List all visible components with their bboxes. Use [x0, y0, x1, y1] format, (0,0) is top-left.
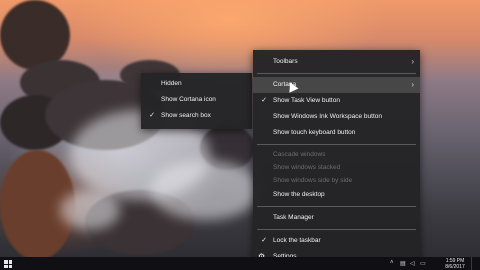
windows-logo-icon: [8, 260, 12, 264]
clock-date: 8/6/2017: [445, 264, 465, 270]
start-button[interactable]: [4, 260, 12, 268]
menu-item-show-desktop[interactable]: Show the desktop: [253, 187, 420, 203]
menu-item-label: Show Windows Ink Workspace button: [273, 113, 382, 120]
menu-separator: [257, 229, 416, 230]
menu-item-label: Show touch keyboard button: [273, 129, 356, 136]
system-tray: ˄ ▤ ◁ ▭ 1:59 PM 8/6/2017: [386, 257, 476, 270]
windows-logo-icon: [8, 264, 12, 268]
chevron-right-icon: ›: [411, 80, 414, 89]
windows-logo-icon: [4, 264, 8, 268]
menu-item-label: Show search box: [161, 112, 211, 119]
menu-item-task-manager[interactable]: Task Manager: [253, 210, 420, 226]
check-icon: ✓: [261, 237, 267, 244]
mist: [60, 190, 120, 230]
menu-item-show-ink-workspace[interactable]: Show Windows Ink Workspace button: [253, 109, 420, 125]
menu-item-label: Show Cortana icon: [161, 96, 216, 103]
taskbar-context-menu: Toolbars › Cortana › ✓ Show Task View bu…: [253, 50, 420, 264]
menu-item-label: Hidden: [161, 80, 182, 87]
chevron-up-icon[interactable]: ˄: [390, 260, 394, 266]
input-indicator-icon[interactable]: ▭: [420, 260, 426, 267]
menu-item-cascade-windows: Cascade windows: [253, 148, 420, 161]
network-icon[interactable]: ▤: [400, 260, 406, 267]
menu-item-show-task-view[interactable]: ✓ Show Task View button: [253, 93, 420, 109]
volume-icon[interactable]: ◁: [410, 260, 415, 267]
menu-item-label: Cascade windows: [273, 151, 326, 158]
menu-item-label: Show windows stacked: [273, 164, 341, 171]
taskbar[interactable]: ˄ ▤ ◁ ▭ 1:59 PM 8/6/2017: [0, 257, 480, 270]
mist: [150, 160, 260, 220]
menu-item-label: Lock the taskbar: [273, 237, 321, 244]
check-icon: ✓: [261, 97, 267, 104]
menu-separator: [257, 206, 416, 207]
menu-item-toolbars[interactable]: Toolbars ›: [253, 54, 420, 70]
menu-item-label: Show the desktop: [273, 191, 325, 198]
chevron-right-icon: ›: [411, 57, 414, 66]
cortana-submenu: Hidden Show Cortana icon ✓ Show search b…: [141, 73, 252, 129]
check-icon: ✓: [149, 112, 155, 119]
windows-logo-icon: [4, 260, 8, 264]
menu-item-label: Task Manager: [273, 214, 314, 221]
menu-item-label: Toolbars: [273, 58, 298, 65]
menu-item-show-windows-side-by-side: Show windows side by side: [253, 174, 420, 187]
menu-separator: [257, 144, 416, 145]
menu-item-show-cortana-icon[interactable]: Show Cortana icon: [141, 92, 252, 108]
menu-item-label: Show windows side by side: [273, 177, 353, 184]
menu-item-show-touch-keyboard[interactable]: Show touch keyboard button: [253, 125, 420, 141]
menu-item-label: Show Task View button: [273, 97, 340, 104]
menu-item-hidden[interactable]: Hidden: [141, 76, 252, 92]
taskbar-clock[interactable]: 1:59 PM 8/6/2017: [440, 257, 470, 270]
show-desktop-button[interactable]: [471, 257, 476, 270]
menu-item-show-windows-stacked: Show windows stacked: [253, 161, 420, 174]
menu-item-cortana[interactable]: Cortana ›: [253, 77, 420, 93]
menu-separator: [257, 73, 416, 74]
menu-item-show-search-box[interactable]: ✓ Show search box: [141, 108, 252, 124]
menu-item-lock-taskbar[interactable]: ✓ Lock the taskbar: [253, 233, 420, 249]
